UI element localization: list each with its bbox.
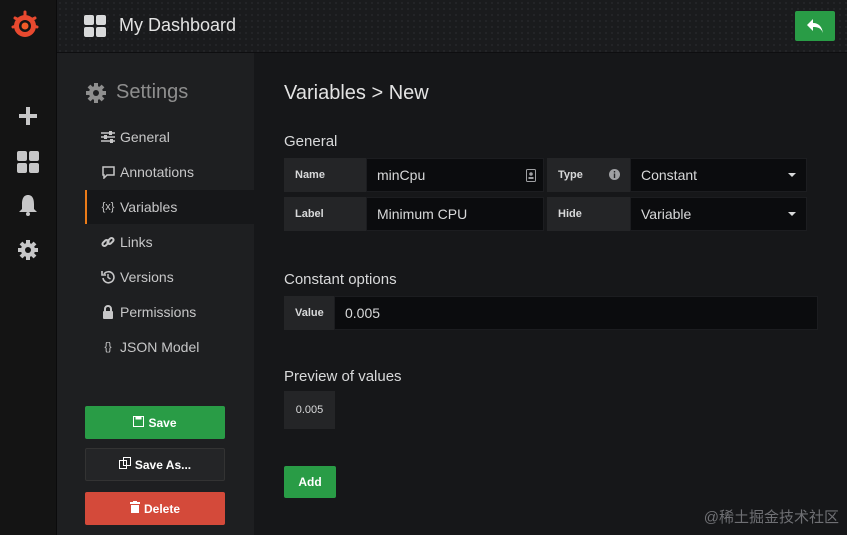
label-input-value: Minimum CPU <box>377 206 468 222</box>
settings-nav-label: Annotations <box>120 164 194 180</box>
save-as-button-label: Save As... <box>134 457 192 472</box>
settings-nav-json-model[interactable]: {} JSON Model <box>85 330 254 364</box>
variable-icon: {x} <box>101 201 115 213</box>
hide-select[interactable]: Variable <box>630 197 807 231</box>
contact-card-icon <box>526 169 536 185</box>
history-icon <box>100 270 116 284</box>
name-input-value: minCpu <box>377 167 426 183</box>
link-icon <box>100 235 116 249</box>
settings-nav-permissions[interactable]: Permissions <box>85 295 254 329</box>
page-title: Variables > New <box>284 82 429 104</box>
settings-nav-variables[interactable]: {x} Variables <box>85 190 254 224</box>
plus-icon[interactable] <box>14 102 42 130</box>
top-navbar: My Dashboard <box>57 0 847 53</box>
label-label: Label <box>284 197 366 231</box>
settings-nav-label: General <box>120 129 170 145</box>
settings-nav-label: Variables <box>120 199 178 215</box>
comment-icon <box>100 165 116 179</box>
save-as-button[interactable]: Save As... <box>85 448 225 481</box>
lock-icon <box>100 305 116 319</box>
back-arrow-icon <box>807 19 823 33</box>
settings-heading-label: Settings <box>116 81 189 103</box>
delete-button[interactable]: Delete <box>85 492 225 525</box>
info-icon[interactable] <box>609 169 620 183</box>
settings-nav-label: Links <box>120 234 153 250</box>
type-select[interactable]: Constant <box>630 158 807 192</box>
save-button-label: Save <box>148 415 177 430</box>
type-label: Type <box>547 158 630 192</box>
constant-options-title: Constant options <box>284 271 397 288</box>
value-label: Value <box>284 296 334 330</box>
settings-nav-general[interactable]: General <box>85 120 254 154</box>
type-select-value: Constant <box>641 167 698 183</box>
back-button[interactable] <box>795 11 835 41</box>
type-label-text: Type <box>558 169 583 181</box>
settings-sidebar: Settings General Annotations {x} Variabl… <box>57 53 254 535</box>
settings-nav-label: JSON Model <box>120 339 200 355</box>
name-input[interactable]: minCpu <box>366 158 544 192</box>
settings-nav-label: Versions <box>120 269 174 285</box>
general-section-title: General <box>284 133 338 150</box>
delete-button-label: Delete <box>143 501 181 516</box>
settings-nav-label: Permissions <box>120 304 197 320</box>
settings-nav-links[interactable]: Links <box>85 225 254 259</box>
label-input[interactable]: Minimum CPU <box>366 197 544 231</box>
save-button[interactable]: Save <box>85 406 225 439</box>
trash-icon <box>129 501 140 516</box>
dashboard-grid-icon[interactable] <box>84 15 106 37</box>
dashboards-icon[interactable] <box>14 148 42 176</box>
hide-label: Hide <box>547 197 630 231</box>
chevron-down-icon <box>788 173 796 177</box>
preview-value: 0.005 <box>284 391 335 429</box>
dashboard-title[interactable]: My Dashboard <box>119 15 236 36</box>
constant-value-text: 0.005 <box>345 305 381 321</box>
hide-select-value: Variable <box>641 206 692 222</box>
settings-nav-annotations[interactable]: Annotations <box>85 155 254 189</box>
watermark: @稀土掘金技术社区 <box>703 509 839 526</box>
settings-heading: Settings <box>85 81 188 104</box>
side-menu <box>0 0 57 535</box>
chevron-down-icon <box>788 212 796 216</box>
bell-icon[interactable] <box>14 191 42 219</box>
sliders-icon <box>100 131 116 143</box>
name-label: Name <box>284 158 366 192</box>
save-icon <box>133 415 145 430</box>
settings-gear-icon <box>86 82 106 103</box>
gear-icon[interactable] <box>14 236 42 264</box>
json-icon: {} <box>104 341 112 353</box>
constant-value-input[interactable]: 0.005 <box>334 296 818 330</box>
main-content: Variables > New General Name minCpu Type… <box>254 53 847 535</box>
copy-icon <box>118 457 131 472</box>
add-button[interactable]: Add <box>284 466 336 498</box>
settings-nav-versions[interactable]: Versions <box>85 260 254 294</box>
grafana-logo-icon[interactable] <box>9 9 41 41</box>
preview-title: Preview of values <box>284 368 402 385</box>
